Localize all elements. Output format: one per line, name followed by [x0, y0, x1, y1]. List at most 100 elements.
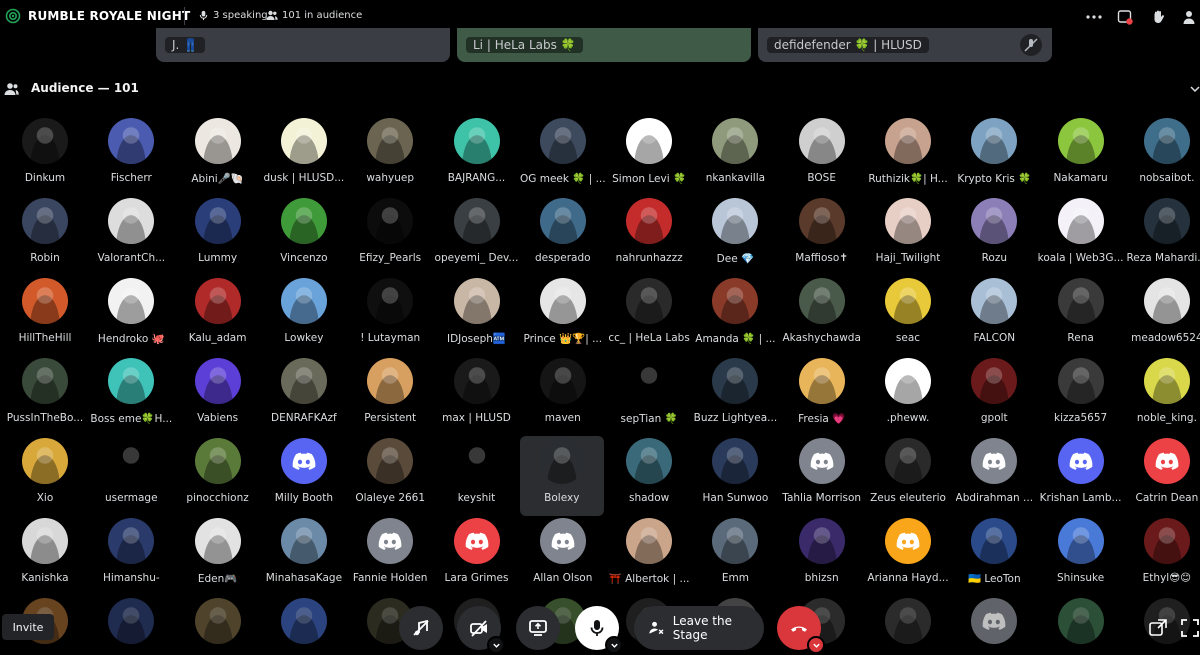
share-screen-button[interactable] [516, 606, 560, 650]
more-options-button[interactable] [1083, 6, 1105, 28]
audience-member[interactable]: Vabiens [175, 358, 261, 438]
audience-member[interactable]: Xio [2, 438, 88, 518]
audience-member[interactable]: Catrin Dean [1124, 438, 1200, 518]
audience-member[interactable]: noble_king. [1124, 358, 1200, 438]
camera-button[interactable] [457, 606, 505, 654]
audience-member[interactable]: Allan Olson [520, 518, 606, 598]
audience-member[interactable]: koala | Web3G... [1038, 198, 1124, 278]
audience-member[interactable]: Boss eme🍀H... [88, 358, 174, 438]
audience-member[interactable]: Rozu [951, 198, 1037, 278]
audience-member[interactable]: IDJoseph🏧 [434, 278, 520, 358]
audience-member[interactable]: ! Lutayman [347, 278, 433, 358]
audience-member[interactable]: usermage [88, 438, 174, 518]
audience-member[interactable] [261, 598, 347, 655]
audience-member[interactable]: kizza5657 [1038, 358, 1124, 438]
leave-stage-button[interactable]: Leave the Stage [634, 606, 764, 650]
audience-member[interactable]: Prince 👑🏆| ... [520, 278, 606, 358]
audience-member[interactable]: Simon Levi 🍀 [606, 118, 692, 198]
audience-member[interactable]: meadow6524 [1124, 278, 1200, 358]
audience-member[interactable]: HillTheHill [2, 278, 88, 358]
inbox-button[interactable] [1180, 6, 1200, 28]
audience-member[interactable]: OG meek 🍀 | ... [520, 118, 606, 198]
audience-member[interactable] [88, 598, 174, 655]
audience-member[interactable]: BOSE [779, 118, 865, 198]
audience-member[interactable]: ⛩️ Albertok | ... [606, 518, 692, 598]
disconnect-options-caret[interactable] [807, 636, 825, 654]
audience-member[interactable]: Maffioso✝ [779, 198, 865, 278]
audience-member[interactable]: PussInTheBo... [2, 358, 88, 438]
audience-member[interactable]: Hendroko 🐙 [88, 278, 174, 358]
audience-member[interactable]: Zeus eleuterio [865, 438, 951, 518]
fullscreen-icon[interactable] [1180, 618, 1200, 638]
sound-off-button[interactable] [399, 606, 443, 650]
audience-member[interactable]: seac [865, 278, 951, 358]
audience-member[interactable]: Rena [1038, 278, 1124, 358]
audience-member[interactable]: Olaleye 2661 [347, 438, 433, 518]
audience-member[interactable] [175, 598, 261, 655]
audience-member[interactable] [865, 598, 951, 655]
audience-member[interactable]: desperado [520, 198, 606, 278]
audience-member[interactable]: Ethyl😎😊 [1124, 518, 1200, 598]
audience-member[interactable]: Abini🎤🐚 [175, 118, 261, 198]
audience-member[interactable]: 🇺🇦 LeoTon [951, 518, 1037, 598]
speaker-tile[interactable]: defidefender 🍀 | HLUSD [758, 28, 1052, 62]
audience-member[interactable]: Robin [2, 198, 88, 278]
audience-member[interactable]: Milly Booth [261, 438, 347, 518]
audience-member[interactable]: opeyemi_ Dev... [434, 198, 520, 278]
audience-member[interactable]: dusk | HLUSD... [261, 118, 347, 198]
audience-member[interactable]: shadow [606, 438, 692, 518]
audience-member[interactable]: Akashychawda [779, 278, 865, 358]
audience-member[interactable]: BAJRANG... [434, 118, 520, 198]
audience-member[interactable]: Amanda 🍀 | ... [692, 278, 778, 358]
audience-member[interactable]: Lara Grimes [434, 518, 520, 598]
audience-member[interactable] [1038, 598, 1124, 655]
audience-member[interactable]: Haji_Twilight [865, 198, 951, 278]
audience-member[interactable]: Arianna Hayd... [865, 518, 951, 598]
audience-member[interactable]: Shinsuke [1038, 518, 1124, 598]
audience-member[interactable]: FALCON [951, 278, 1037, 358]
audience-member[interactable] [951, 598, 1037, 655]
audience-member[interactable]: MinahasaKage [261, 518, 347, 598]
audience-member[interactable]: ValorantCh... [88, 198, 174, 278]
speaker-tile[interactable]: Li | HeLa Labs 🍀 [457, 28, 751, 62]
camera-options-caret[interactable] [487, 636, 505, 654]
audience-member[interactable]: Kanishka [2, 518, 88, 598]
audience-header[interactable]: Audience — 101 [0, 78, 1200, 100]
audience-member[interactable]: cc_ | HeLa Labs [606, 278, 692, 358]
audience-member[interactable]: DENRAFKAzf [261, 358, 347, 438]
popout-button[interactable] [1114, 6, 1136, 28]
audience-member[interactable]: bhizsn [779, 518, 865, 598]
audience-member[interactable]: Emm [692, 518, 778, 598]
audience-member[interactable]: sepTian 🍀 [606, 358, 692, 438]
audience-member[interactable]: Dee 💎 [692, 198, 778, 278]
audience-member[interactable]: Abdirahman ... [951, 438, 1037, 518]
audience-member[interactable]: Fischerr [88, 118, 174, 198]
raise-hand-button[interactable] [1148, 6, 1170, 28]
audience-member[interactable]: Himanshu- [88, 518, 174, 598]
audience-member[interactable]: Krishan Lamb... [1038, 438, 1124, 518]
audience-member[interactable]: Kalu_adam [175, 278, 261, 358]
microphone-options-caret[interactable] [605, 636, 623, 654]
audience-member[interactable]: Eden🎮 [175, 518, 261, 598]
audience-member[interactable]: nahrunhazzz [606, 198, 692, 278]
audience-member[interactable]: keyshit [434, 438, 520, 518]
microphone-button[interactable] [575, 606, 623, 654]
popout-window-icon[interactable] [1148, 618, 1168, 638]
audience-member[interactable]: Bolexy [519, 436, 604, 516]
audience-member[interactable]: Buzz Lightyea... [692, 358, 778, 438]
audience-member[interactable]: Lummy [175, 198, 261, 278]
audience-member[interactable]: gpolt [951, 358, 1037, 438]
audience-member[interactable]: Nakamaru [1038, 118, 1124, 198]
audience-member[interactable]: Krypto Kris 🍀 [951, 118, 1037, 198]
audience-member[interactable]: Ruthizik🍀| H... [865, 118, 951, 198]
audience-member[interactable]: Efizy_Pearls [347, 198, 433, 278]
audience-member[interactable]: Reza Mahardi... [1124, 198, 1200, 278]
audience-member[interactable]: wahyuep [347, 118, 433, 198]
audience-member[interactable]: Tahlia Morrison [779, 438, 865, 518]
disconnect-button[interactable] [777, 606, 825, 654]
audience-member[interactable]: Vincenzo [261, 198, 347, 278]
audience-member[interactable]: Han Sunwoo [692, 438, 778, 518]
audience-member[interactable]: Persistent [347, 358, 433, 438]
invite-button[interactable]: Invite [2, 614, 54, 640]
audience-member[interactable]: max | HLUSD [434, 358, 520, 438]
